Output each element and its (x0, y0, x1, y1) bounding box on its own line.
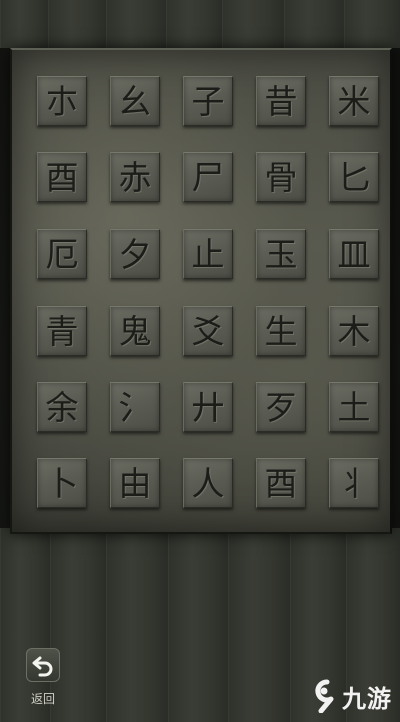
tile-character: 土 (337, 387, 371, 427)
tile-character: 由 (118, 463, 152, 503)
wood-plank (168, 528, 230, 722)
character-tile[interactable]: 廾 (183, 382, 233, 432)
character-tile[interactable]: 玉 (256, 229, 306, 279)
character-tile[interactable]: 人 (183, 458, 233, 508)
wood-plank (0, 0, 50, 48)
watermark-text: 九游 (342, 684, 392, 713)
character-tile[interactable]: 昔 (256, 76, 306, 126)
tile-character: 爻 (191, 311, 225, 351)
back-label: 返回 (30, 692, 55, 706)
tile-character: 人 (191, 463, 225, 503)
character-tile[interactable]: 木 (329, 306, 379, 356)
tile-character: 赤 (118, 157, 152, 197)
wood-plank (106, 0, 168, 48)
tile-character: 卜 (45, 463, 79, 503)
character-tile[interactable]: 卜 (37, 458, 87, 508)
tile-character: 歹 (264, 387, 298, 427)
wood-plank (344, 0, 400, 48)
tile-character: 鬼 (118, 311, 152, 351)
character-tile[interactable]: 子 (183, 76, 233, 126)
tile-character: 廾 (191, 387, 225, 427)
wood-plank (222, 0, 286, 48)
character-tile[interactable]: 幺 (110, 76, 160, 126)
game-screen: 朩 幺 子 昔 米 酉 赤 尸 骨 匕 厄 夕 止 玉 皿 青 鬼 爻 生 木 … (0, 0, 400, 722)
character-tile[interactable]: 青 (37, 306, 87, 356)
tile-character: 酉 (264, 463, 298, 503)
tile-character: 止 (191, 234, 225, 274)
tile-character: 生 (264, 311, 298, 351)
character-tile[interactable]: 尸 (183, 152, 233, 202)
wood-plank (166, 0, 224, 48)
tile-character: 幺 (118, 81, 152, 121)
character-tile[interactable]: 氵 (110, 382, 160, 432)
tile-character: 丬 (337, 463, 371, 503)
tile-character: 酉 (45, 157, 79, 197)
nine-game-logo-icon (315, 679, 334, 713)
character-tile[interactable]: 赤 (110, 152, 160, 202)
tile-character: 厄 (45, 234, 79, 274)
tile-character: 匕 (337, 157, 371, 197)
character-tile[interactable]: 夕 (110, 229, 160, 279)
back-button[interactable]: 返回 (22, 648, 64, 710)
character-tile[interactable]: 匕 (329, 152, 379, 202)
character-tile[interactable]: 爻 (183, 306, 233, 356)
character-tile[interactable]: 生 (256, 306, 306, 356)
character-tile[interactable]: 厄 (37, 229, 87, 279)
character-tile[interactable]: 酉 (37, 152, 87, 202)
character-tile[interactable]: 皿 (329, 229, 379, 279)
watermark-logo: 九游 (310, 676, 392, 716)
tile-character: 昔 (264, 81, 298, 121)
character-tile[interactable]: 土 (329, 382, 379, 432)
character-tile[interactable]: 朩 (37, 76, 87, 126)
wood-plank (228, 528, 292, 722)
tile-character: 木 (337, 311, 371, 351)
character-tile[interactable]: 酉 (256, 458, 306, 508)
character-tile[interactable]: 米 (329, 76, 379, 126)
character-tile[interactable]: 丬 (329, 458, 379, 508)
tile-character: 青 (45, 311, 79, 351)
tile-character: 子 (191, 81, 225, 121)
tile-character: 玉 (264, 234, 298, 274)
tile-character: 余 (45, 387, 79, 427)
character-tile[interactable]: 骨 (256, 152, 306, 202)
character-tile[interactable]: 止 (183, 229, 233, 279)
tile-character: 尸 (191, 157, 225, 197)
character-tile[interactable]: 歹 (256, 382, 306, 432)
tile-character: 夕 (118, 234, 152, 274)
back-arrow-icon (26, 648, 60, 682)
character-tile[interactable]: 余 (37, 382, 87, 432)
tile-character: 皿 (337, 234, 371, 274)
character-tile[interactable]: 鬼 (110, 306, 160, 356)
character-tile[interactable]: 由 (110, 458, 160, 508)
wood-plank (284, 0, 346, 48)
wood-plank (106, 528, 170, 722)
tile-character: 朩 (45, 81, 79, 121)
tile-character: 氵 (118, 387, 152, 427)
puzzle-board: 朩 幺 子 昔 米 酉 赤 尸 骨 匕 厄 夕 止 玉 皿 青 鬼 爻 生 木 … (10, 48, 392, 534)
wood-plank (48, 0, 108, 48)
tile-character: 骨 (264, 157, 298, 197)
tile-character: 米 (337, 81, 371, 121)
